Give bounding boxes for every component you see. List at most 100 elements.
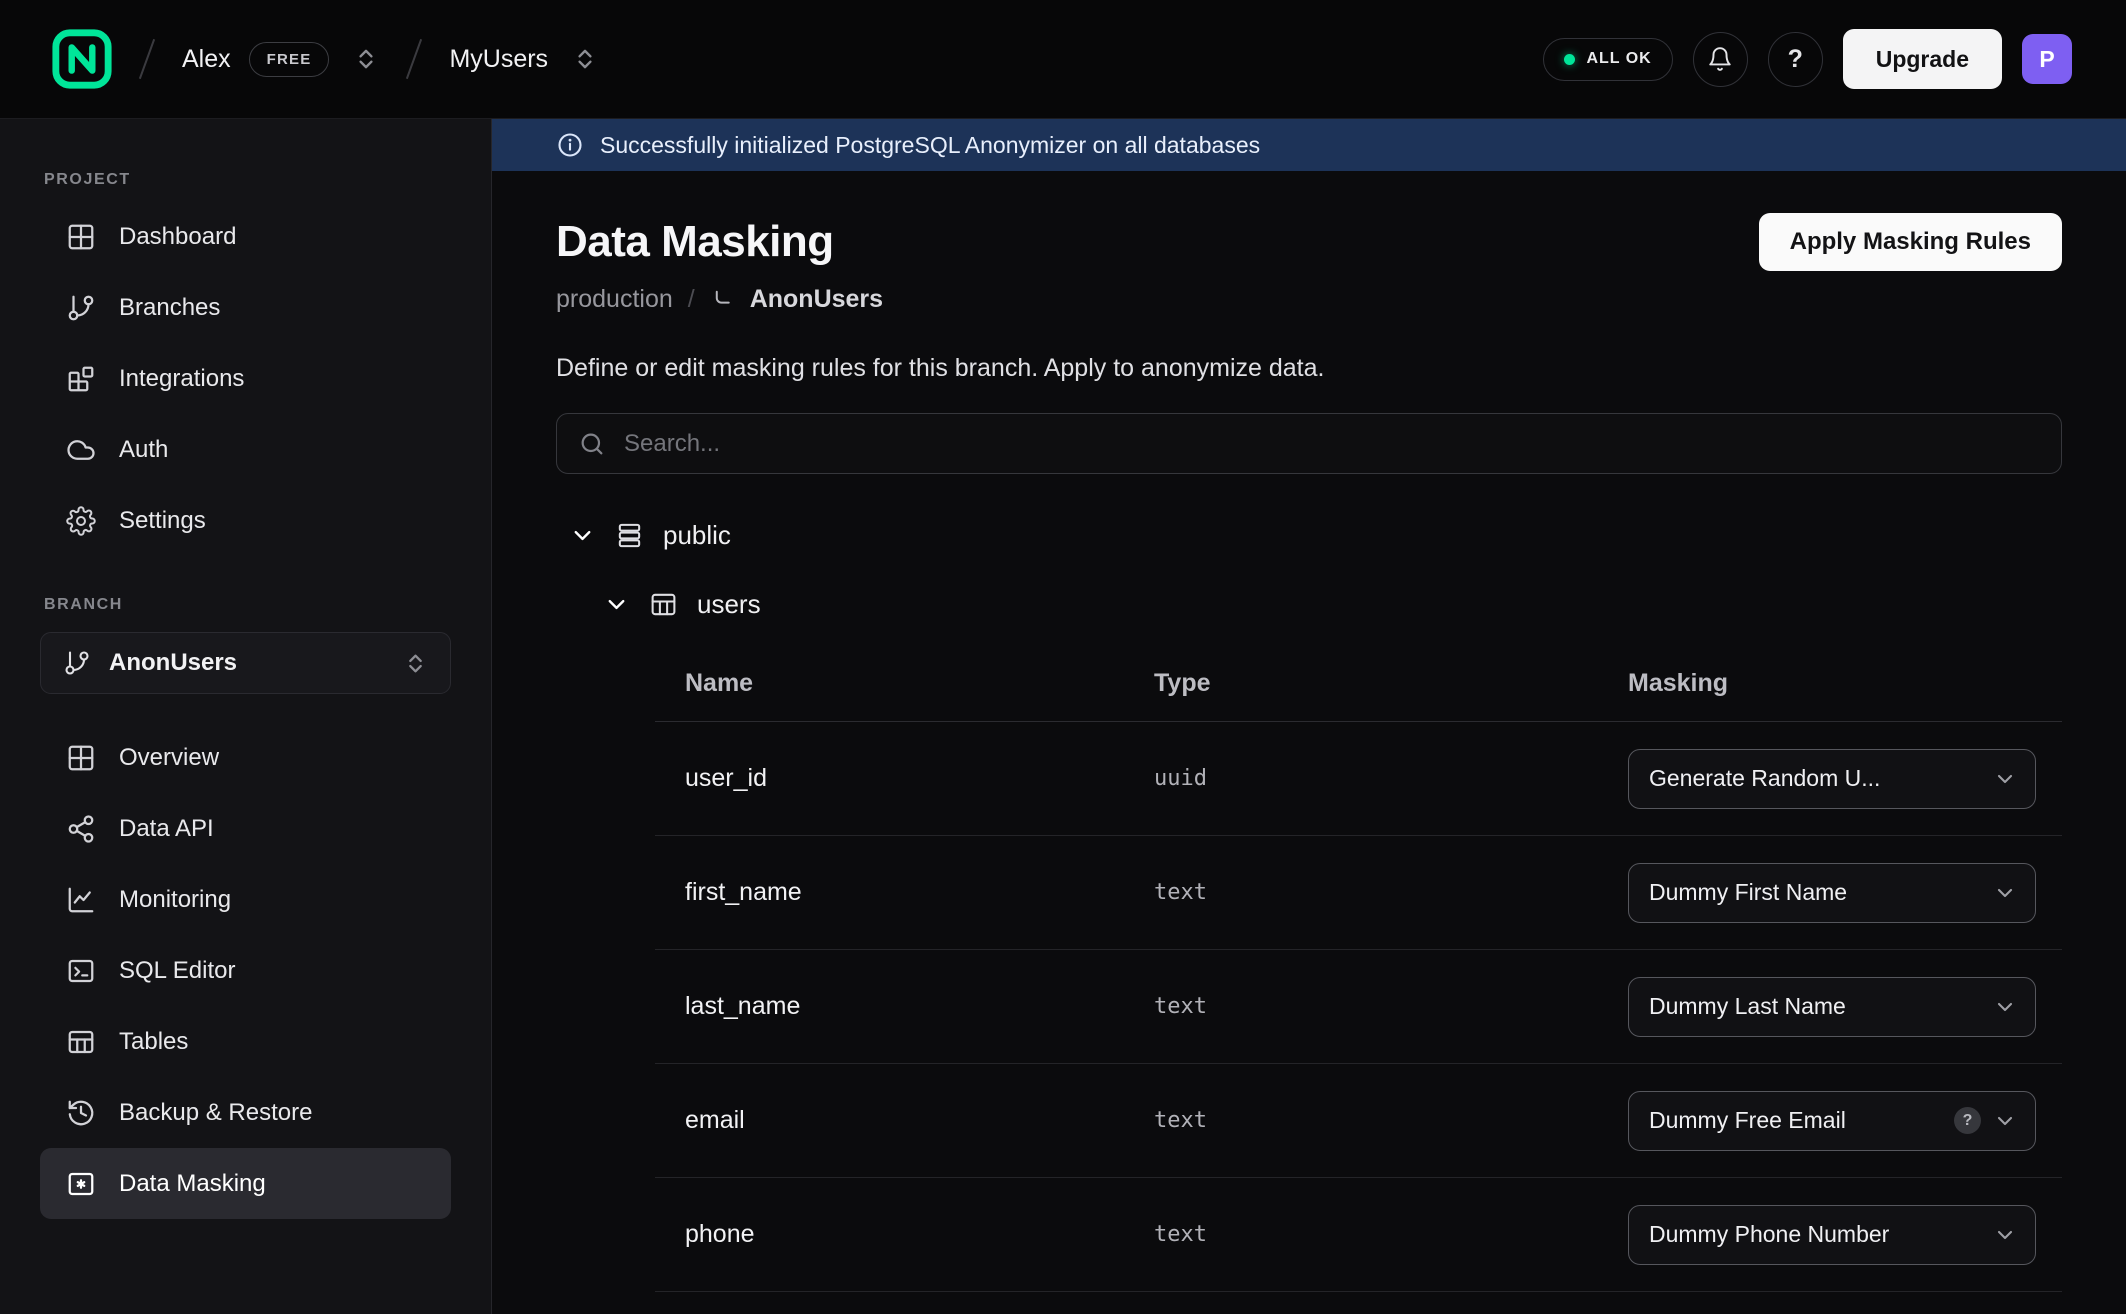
sidebar-item-dashboard[interactable]: Dashboard: [40, 201, 451, 272]
column-type: text: [1154, 880, 1628, 905]
sidebar-item-monitoring[interactable]: Monitoring: [40, 864, 451, 935]
sidebar-item-settings[interactable]: Settings: [40, 485, 451, 556]
bell-icon: [1707, 46, 1733, 72]
masking-select[interactable]: Dummy Phone Number: [1628, 1205, 2036, 1265]
masking-select[interactable]: Dummy Last Name: [1628, 977, 2036, 1037]
column-name: user_id: [685, 764, 1154, 793]
git-branch-icon: [63, 649, 91, 677]
table-row: email text Dummy Free Email ?: [655, 1064, 2062, 1178]
chart-line-icon: [66, 885, 96, 915]
branch-selector[interactable]: AnonUsers: [40, 632, 451, 694]
dashboard-grid-icon: [66, 222, 96, 252]
plan-badge: FREE: [249, 42, 330, 77]
sidebar-item-sql-editor[interactable]: SQL Editor: [40, 935, 451, 1006]
sidebar-item-overview[interactable]: Overview: [40, 722, 451, 793]
share-nodes-icon: [66, 814, 96, 844]
column-header-type: Type: [1154, 669, 1628, 698]
column-type: text: [1154, 994, 1628, 1019]
help-icon[interactable]: ?: [1954, 1107, 1981, 1134]
project-nav: Dashboard Branches Integrations Auth Set…: [40, 201, 451, 556]
blocks-icon: [66, 364, 96, 394]
column-header-name: Name: [685, 669, 1154, 698]
neon-logo[interactable]: [52, 29, 112, 89]
breadcrumb-env[interactable]: production: [556, 285, 673, 314]
masking-select[interactable]: Dummy First Name: [1628, 863, 2036, 923]
tree-node-table[interactable]: users: [556, 589, 2062, 620]
help-button[interactable]: ?: [1768, 32, 1823, 87]
masking-select[interactable]: Generate Random U...: [1628, 749, 2036, 809]
org-name: Alex: [182, 45, 231, 74]
table-grid-icon: [649, 590, 678, 619]
sidebar-item-data-api[interactable]: Data API: [40, 793, 451, 864]
org-switcher[interactable]: Alex FREE: [182, 42, 379, 77]
column-name: email: [685, 1106, 1154, 1135]
sidebar-item-tables[interactable]: Tables: [40, 1006, 451, 1077]
chevron-updown-icon[interactable]: [572, 46, 598, 72]
history-clock-icon: [66, 1098, 96, 1128]
child-branch-icon: [710, 287, 735, 312]
upgrade-button[interactable]: Upgrade: [1843, 29, 2002, 89]
column-name: phone: [685, 1220, 1154, 1249]
top-bar: Alex FREE MyUsers ALL OK ? Upgrade P: [0, 0, 2126, 119]
sidebar-item-backup-restore[interactable]: Backup & Restore: [40, 1077, 451, 1148]
apply-masking-rules-button[interactable]: Apply Masking Rules: [1759, 213, 2062, 271]
sidebar-item-data-masking[interactable]: Data Masking: [40, 1148, 451, 1219]
status-pill[interactable]: ALL OK: [1543, 38, 1672, 81]
schema-name: public: [663, 520, 731, 551]
chevron-down-icon[interactable]: [603, 591, 630, 618]
branch-nav: Overview Data API Monitoring SQL Editor …: [40, 722, 451, 1219]
table-row: phone text Dummy Phone Number: [655, 1178, 2062, 1292]
chevron-down-icon: [1993, 995, 2017, 1019]
chevron-updown-icon[interactable]: [403, 651, 428, 676]
notification-banner: Successfully initialized PostgreSQL Anon…: [492, 119, 2126, 171]
header-divider: [406, 39, 422, 79]
gear-icon: [66, 506, 96, 536]
table-grid-icon: [66, 1027, 96, 1057]
column-type: text: [1154, 1108, 1628, 1133]
content: Successfully initialized PostgreSQL Anon…: [492, 119, 2126, 1314]
search-icon: [578, 430, 606, 458]
page-description: Define or edit masking rules for this br…: [556, 354, 2062, 383]
table-row: first_name text Dummy First Name: [655, 836, 2062, 950]
chevron-down-icon[interactable]: [569, 522, 596, 549]
selected-branch-name: AnonUsers: [109, 649, 237, 677]
column-header-masking: Masking: [1628, 669, 2036, 698]
column-name: first_name: [685, 878, 1154, 907]
header-right: ALL OK ? Upgrade P: [1543, 29, 2072, 89]
question-icon: ?: [1788, 45, 1803, 74]
cloud-auth-icon: [66, 435, 96, 465]
overview-grid-icon: [66, 743, 96, 773]
sidebar: PROJECT Dashboard Branches Integrations …: [0, 119, 492, 1314]
schema-tree: public users Name Type Masking user_id: [556, 520, 2062, 1292]
table-header-row: Name Type Masking: [655, 646, 2062, 722]
project-section-label: PROJECT: [44, 171, 451, 189]
info-icon: [556, 131, 584, 159]
table-row: user_id uuid Generate Random U...: [655, 722, 2062, 836]
breadcrumb-branch[interactable]: AnonUsers: [750, 285, 883, 314]
table-name: users: [697, 589, 761, 620]
chevron-down-icon: [1993, 881, 2017, 905]
column-name: last_name: [685, 992, 1154, 1021]
page-title: Data Masking: [556, 217, 834, 267]
chevron-down-icon: [1993, 1223, 2017, 1247]
sidebar-item-branches[interactable]: Branches: [40, 272, 451, 343]
git-branch-icon: [66, 293, 96, 323]
search-box[interactable]: [556, 413, 2062, 474]
chevron-updown-icon[interactable]: [353, 46, 379, 72]
avatar[interactable]: P: [2022, 34, 2072, 84]
tree-node-schema[interactable]: public: [556, 520, 2062, 551]
branch-section-label: BRANCH: [44, 596, 451, 614]
breadcrumb-separator: /: [688, 285, 695, 314]
chevron-down-icon: [1993, 1109, 2017, 1133]
banner-message: Successfully initialized PostgreSQL Anon…: [600, 132, 1260, 159]
status-label: ALL OK: [1586, 50, 1651, 68]
column-type: text: [1154, 1222, 1628, 1247]
sidebar-item-auth[interactable]: Auth: [40, 414, 451, 485]
table-row: last_name text Dummy Last Name: [655, 950, 2062, 1064]
project-switcher[interactable]: MyUsers: [449, 45, 598, 74]
search-input[interactable]: [622, 429, 2040, 459]
notifications-button[interactable]: [1693, 32, 1748, 87]
masked-field-icon: [66, 1169, 96, 1199]
sidebar-item-integrations[interactable]: Integrations: [40, 343, 451, 414]
masking-select[interactable]: Dummy Free Email ?: [1628, 1091, 2036, 1151]
